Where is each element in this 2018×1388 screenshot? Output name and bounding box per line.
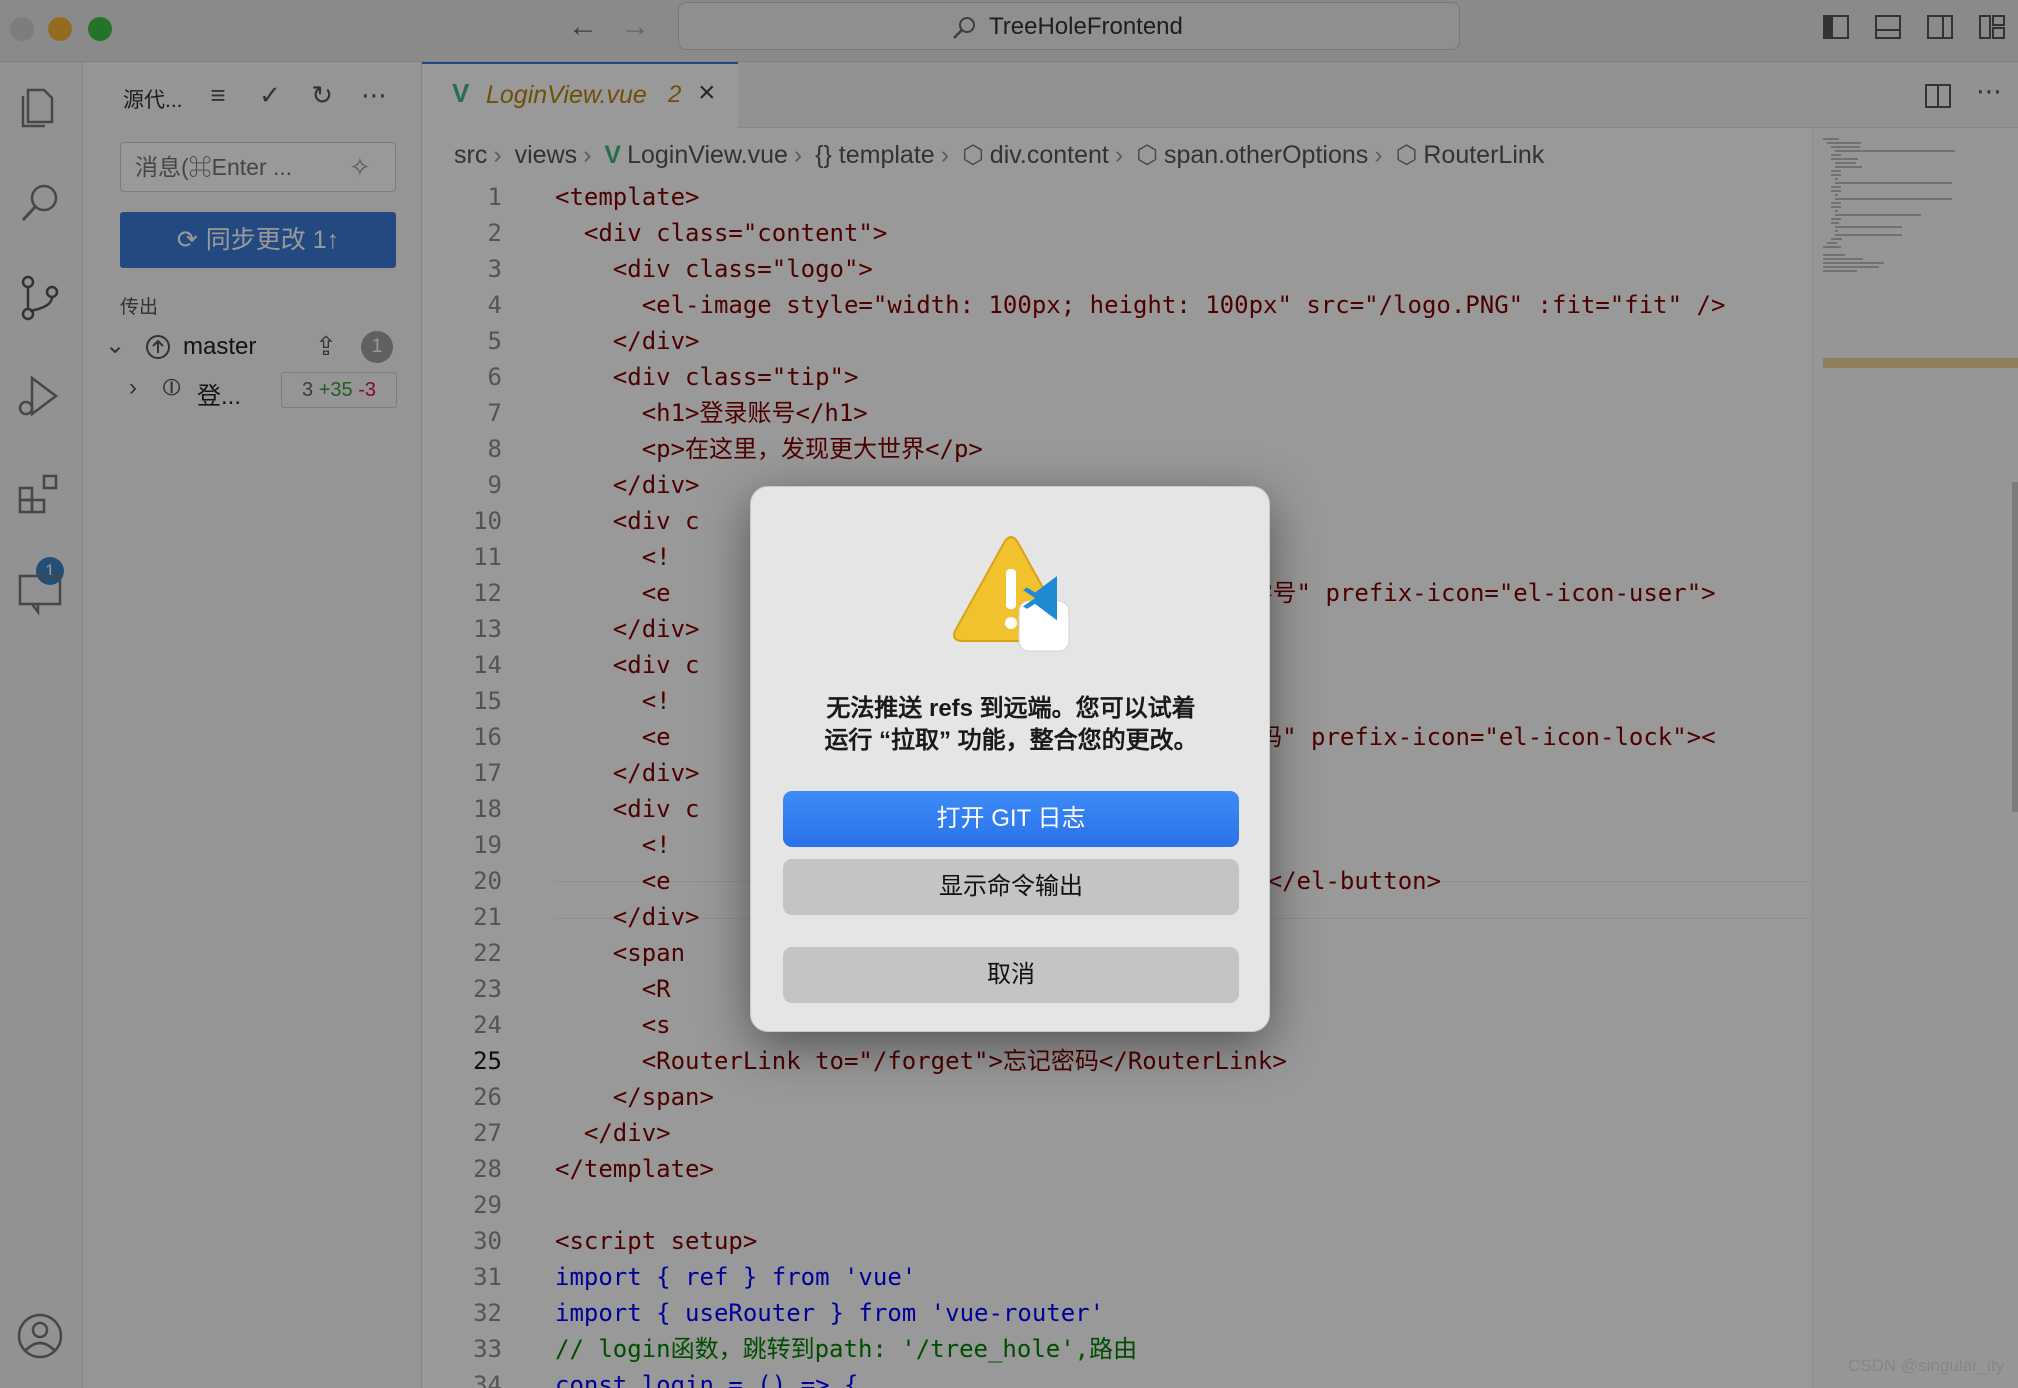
dialog-message-line1: 无法推送 refs 到远端。您可以试着 [826, 695, 1196, 722]
git-push-error-dialog: 无法推送 refs 到远端。您可以试着 运行 “拉取” 功能，整合您的更改。 打… [750, 486, 1270, 1032]
dialog-message: 无法推送 refs 到远端。您可以试着 运行 “拉取” 功能，整合您的更改。 [781, 693, 1241, 757]
cancel-button[interactable]: 取消 [783, 947, 1239, 1003]
open-git-log-button[interactable]: 打开 GIT 日志 [783, 791, 1239, 847]
warning-icon [953, 536, 1070, 652]
show-command-output-button[interactable]: 显示命令输出 [783, 859, 1239, 915]
dialog-message-line2: 运行 “拉取” 功能，整合您的更改。 [824, 727, 1198, 754]
